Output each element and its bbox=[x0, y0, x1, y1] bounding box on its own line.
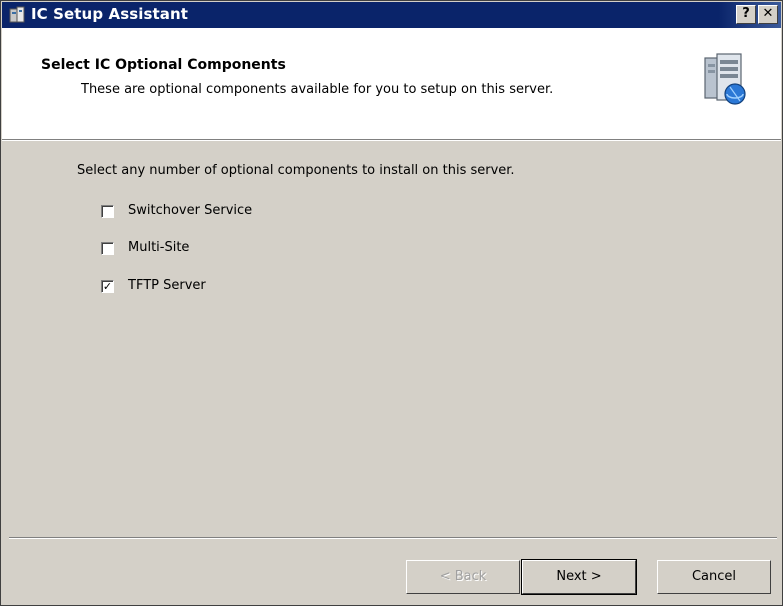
close-button[interactable]: ✕ bbox=[758, 5, 778, 24]
tftp-server-checkbox[interactable]: ✓ bbox=[101, 280, 114, 293]
cancel-button[interactable]: Cancel bbox=[657, 560, 771, 594]
title-bar[interactable]: IC Setup Assistant ? ✕ bbox=[2, 2, 781, 28]
wizard-header: Select IC Optional Components These are … bbox=[2, 28, 781, 140]
header-divider bbox=[2, 140, 781, 141]
setup-assistant-window: IC Setup Assistant ? ✕ Select IC Optiona… bbox=[0, 0, 783, 606]
server-setup-icon bbox=[704, 53, 746, 105]
footer-divider-highlight bbox=[9, 538, 777, 539]
option-label[interactable]: Multi-Site bbox=[128, 240, 189, 255]
help-button[interactable]: ? bbox=[736, 5, 756, 24]
option-label[interactable]: TFTP Server bbox=[128, 278, 206, 293]
switchover-service-checkbox[interactable] bbox=[101, 205, 114, 218]
option-label[interactable]: Switchover Service bbox=[128, 203, 252, 218]
back-button[interactable]: < Back bbox=[406, 560, 520, 594]
setup-app-icon bbox=[9, 6, 25, 23]
instruction-text: Select any number of optional components… bbox=[77, 163, 515, 178]
page-subtitle: These are optional components available … bbox=[81, 82, 554, 97]
multi-site-checkbox[interactable] bbox=[101, 242, 114, 255]
page-title: Select IC Optional Components bbox=[41, 57, 286, 73]
next-button[interactable]: Next > bbox=[521, 559, 637, 595]
window-title: IC Setup Assistant bbox=[31, 5, 189, 23]
